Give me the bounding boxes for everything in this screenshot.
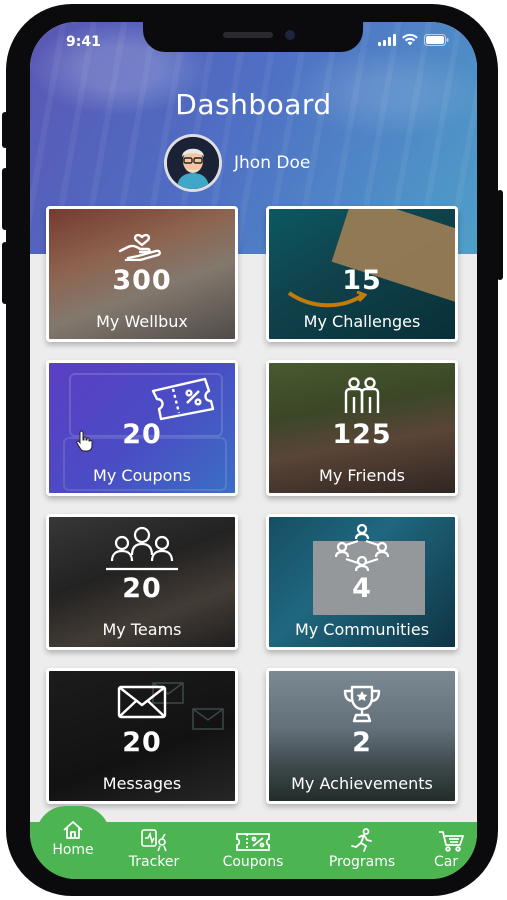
user-profile[interactable]: Jhon Doe [164,134,310,192]
notch [143,22,363,52]
network-icon [269,523,455,573]
tab-coupons[interactable]: Coupons [208,828,298,870]
tile-count: 300 [112,265,172,296]
ticket-icon [49,377,235,421]
tile-label: My Achievements [291,774,433,793]
cart-icon [428,828,477,852]
tile-label: Messages [102,774,182,793]
tile-my-achievements[interactable]: 2 My Achievements [266,668,458,804]
team-icon [49,525,235,571]
tab-label: Car [434,854,459,870]
coupon-icon [208,828,298,852]
volume-up-button [2,168,8,230]
tile-label: My Coupons [93,466,191,485]
tile-my-communities[interactable]: 4 My Communities [266,514,458,650]
tile-count: 20 [122,573,162,604]
tile-my-teams[interactable]: 20 My Teams [46,514,238,650]
screen: 9:41 Dashboard Jhon Doe 300 My Wellbux 1… [30,22,477,879]
wifi-icon [402,34,418,46]
trophy-icon [269,685,455,723]
avatar[interactable] [164,134,222,192]
tab-label: Home [52,842,94,858]
tile-count: 2 [352,727,372,758]
tile-my-challenges[interactable]: 15 My Challenges [266,206,458,342]
tile-count: 4 [352,573,372,604]
tile-label: My Wellbux [96,312,188,331]
tile-label: My Friends [319,466,405,485]
tile-count: 15 [342,265,382,296]
tile-my-coupons[interactable]: 20 My Coupons [46,360,238,496]
user-name: Jhon Doe [234,153,311,173]
tile-my-friends[interactable]: 125 My Friends [266,360,458,496]
tile-my-wellbux[interactable]: 300 My Wellbux [46,206,238,342]
tab-label: Tracker [128,854,180,870]
front-camera [285,30,295,40]
people-icon [269,377,455,415]
tab-tracker[interactable]: Tracker [116,828,192,870]
envelope-icon [49,685,235,719]
running-icon [316,828,408,852]
tile-count: 20 [122,419,162,450]
tile-label: My Teams [102,620,182,639]
signal-icon [378,34,396,46]
tile-label: My Challenges [303,312,421,331]
tile-count: 125 [332,419,392,450]
hand-heart-icon [49,223,235,261]
tile-label: My Communities [294,620,430,639]
tile-count: 20 [122,727,162,758]
tile-messages[interactable]: 20 Messages [46,668,238,804]
page-title: Dashboard [175,88,332,121]
tracker-icon [116,828,192,852]
battery-icon [424,34,449,46]
status-icons [378,34,449,46]
tab-cart[interactable]: Car [428,828,477,870]
home-icon [36,816,110,840]
status-time: 9:41 [66,34,101,50]
mute-switch [2,112,8,148]
speaker [223,32,273,38]
power-button [497,190,503,280]
tab-label: Coupons [222,854,284,870]
volume-down-button [2,242,8,304]
tab-home[interactable]: Home [36,816,110,858]
tab-programs[interactable]: Programs [316,828,408,870]
tab-label: Programs [328,854,396,870]
